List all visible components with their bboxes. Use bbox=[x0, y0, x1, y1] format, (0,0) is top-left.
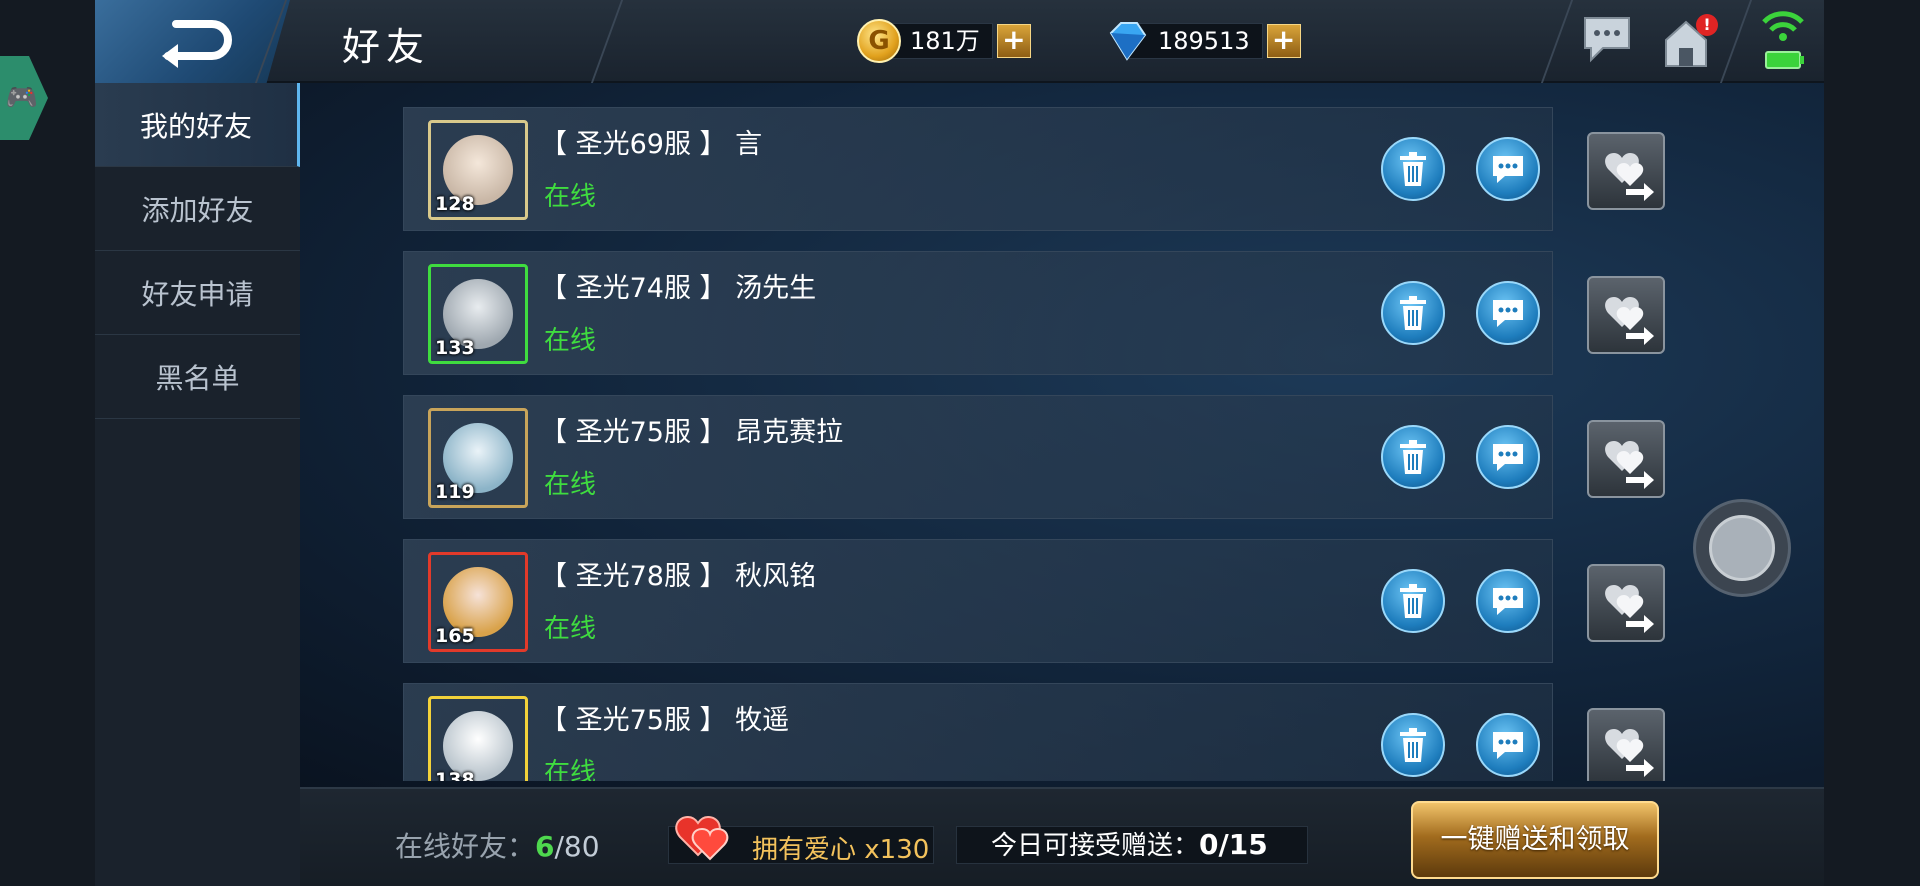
wifi-battery-icon bbox=[1762, 11, 1804, 69]
friend-level: 165 bbox=[435, 625, 475, 647]
trash-icon bbox=[1400, 584, 1426, 618]
friend-avatar[interactable]: 138 bbox=[428, 696, 528, 781]
delete-friend-button[interactable] bbox=[1381, 137, 1445, 201]
notification-badge: ! bbox=[1696, 14, 1718, 36]
online-friends-max: /80 bbox=[554, 830, 600, 863]
friend-level: 133 bbox=[435, 337, 475, 359]
chat-icon bbox=[1493, 444, 1523, 471]
send-heart-button[interactable] bbox=[1587, 708, 1665, 781]
friend-list[interactable]: 128 【 圣光69服 】 言 在线 133 【 圣光74服 】 汤先生 在线 bbox=[300, 83, 1824, 781]
joystick-knob bbox=[1709, 515, 1775, 581]
friend-server: 【 圣光75服 】 bbox=[540, 705, 727, 736]
friend-name: 【 圣光78服 】 秋风铭 bbox=[540, 554, 816, 593]
trash-icon bbox=[1400, 440, 1426, 474]
gold-coin-icon: G bbox=[857, 19, 901, 63]
friend-name: 【 圣光75服 】 昂克赛拉 bbox=[540, 410, 843, 449]
friend-status: 在线 bbox=[544, 470, 597, 500]
friend-level: 119 bbox=[435, 481, 475, 503]
send-heart-icon bbox=[1605, 585, 1654, 633]
chat-icon bbox=[1493, 300, 1523, 327]
right-gutter bbox=[1824, 0, 1920, 886]
friend-server: 【 圣光69服 】 bbox=[540, 129, 727, 160]
sidebar-item-friend-requests[interactable]: 好友申请 bbox=[95, 251, 300, 335]
chat-friend-button[interactable] bbox=[1476, 281, 1540, 345]
friend-status: 在线 bbox=[544, 614, 597, 644]
friend-level: 138 bbox=[435, 769, 475, 781]
delete-friend-button[interactable] bbox=[1381, 569, 1445, 633]
friend-status: 在线 bbox=[544, 182, 597, 212]
friend-server: 【 圣光78服 】 bbox=[540, 561, 727, 592]
delete-friend-button[interactable] bbox=[1381, 281, 1445, 345]
friend-row: 128 【 圣光69服 】 言 在线 bbox=[403, 107, 1665, 231]
friend-row: 138 【 圣光75服 】 牧遥 在线 bbox=[403, 683, 1665, 781]
friend-nickname: 牧遥 bbox=[735, 705, 790, 736]
friend-server: 【 圣光74服 】 bbox=[540, 273, 727, 304]
sidebar-item-add-friend[interactable]: 添加好友 bbox=[95, 167, 300, 251]
chat-friend-button[interactable] bbox=[1476, 569, 1540, 633]
sidebar-item-my-friends[interactable]: 我的好友 bbox=[95, 83, 300, 167]
chat-bubble-icon[interactable] bbox=[1581, 14, 1633, 64]
trash-icon bbox=[1400, 728, 1426, 762]
hearts-icon bbox=[675, 815, 729, 861]
friend-row: 165 【 圣光78服 】 秋风铭 在线 bbox=[403, 539, 1665, 663]
friend-nickname: 言 bbox=[735, 129, 763, 160]
friend-avatar[interactable]: 165 bbox=[428, 552, 528, 652]
friend-name: 【 圣光75服 】 牧遥 bbox=[540, 698, 789, 737]
friend-avatar[interactable]: 119 bbox=[428, 408, 528, 508]
add-diamond-button[interactable]: + bbox=[1266, 24, 1301, 58]
chat-icon bbox=[1493, 588, 1523, 615]
gold-resource: G 181万 + bbox=[857, 19, 1031, 63]
friend-nickname: 昂克赛拉 bbox=[735, 417, 844, 448]
hearts-owned: 拥有爱心 x130 bbox=[752, 835, 930, 865]
chat-friend-button[interactable] bbox=[1476, 425, 1540, 489]
one-key-gift-claim-button[interactable]: 一键赠送和领取 bbox=[1411, 801, 1659, 879]
send-heart-button[interactable] bbox=[1587, 420, 1665, 498]
friend-status: 在线 bbox=[544, 326, 597, 356]
delete-friend-button[interactable] bbox=[1381, 713, 1445, 777]
floating-joystick-button[interactable] bbox=[1693, 499, 1791, 597]
diamond-icon bbox=[1109, 22, 1147, 61]
trash-icon bbox=[1400, 296, 1426, 330]
friend-server: 【 圣光75服 】 bbox=[540, 417, 727, 448]
chat-icon bbox=[1493, 732, 1523, 759]
send-heart-icon bbox=[1605, 297, 1654, 345]
back-arrow-icon bbox=[161, 19, 232, 68]
friend-name: 【 圣光69服 】 言 bbox=[540, 122, 762, 161]
send-heart-icon bbox=[1605, 729, 1654, 777]
diamond-resource: 189513 + bbox=[1105, 20, 1301, 62]
friend-nickname: 汤先生 bbox=[735, 273, 817, 304]
friend-name: 【 圣光74服 】 汤先生 bbox=[540, 266, 816, 305]
friend-row: 119 【 圣光75服 】 昂克赛拉 在线 bbox=[403, 395, 1665, 519]
receive-value: 0/15 bbox=[1199, 828, 1268, 861]
chat-friend-button[interactable] bbox=[1476, 137, 1540, 201]
add-gold-button[interactable]: + bbox=[996, 24, 1031, 58]
delete-friend-button[interactable] bbox=[1381, 425, 1445, 489]
send-heart-button[interactable] bbox=[1587, 132, 1665, 210]
home-button[interactable]: ! bbox=[1660, 14, 1718, 70]
online-friends-label: 在线好友： bbox=[395, 830, 536, 863]
send-heart-icon bbox=[1605, 153, 1654, 201]
page-title: 好友 bbox=[342, 25, 431, 69]
receive-gift-counter: 今日可接受赠送：0/15 bbox=[956, 826, 1308, 864]
send-heart-icon bbox=[1605, 441, 1654, 489]
friend-level: 128 bbox=[435, 193, 475, 215]
friend-status: 在线 bbox=[544, 758, 597, 781]
gamepad-icon: 🎮 bbox=[5, 83, 38, 113]
chat-icon bbox=[1493, 156, 1523, 183]
sidebar-item-blacklist[interactable]: 黑名单 bbox=[95, 335, 300, 419]
send-heart-button[interactable] bbox=[1587, 276, 1665, 354]
chat-friend-button[interactable] bbox=[1476, 713, 1540, 777]
send-heart-button[interactable] bbox=[1587, 564, 1665, 642]
bottom-bar: 在线好友：6/80 拥有爱心 x130 今日可接受赠送：0/15 一键赠送和领取 bbox=[300, 787, 1824, 886]
trash-icon bbox=[1400, 152, 1426, 186]
friend-row: 133 【 圣光74服 】 汤先生 在线 bbox=[403, 251, 1665, 375]
sidebar: 我的好友 添加好友 好友申请 黑名单 bbox=[95, 83, 300, 886]
friend-avatar[interactable]: 133 bbox=[428, 264, 528, 364]
friend-nickname: 秋风铭 bbox=[735, 561, 817, 592]
online-friends-count: 在线好友：6/80 bbox=[395, 825, 600, 865]
receive-label: 今日可接受赠送： bbox=[991, 831, 1200, 861]
online-friends-current: 6 bbox=[535, 830, 555, 863]
friend-avatar[interactable]: 128 bbox=[428, 120, 528, 220]
